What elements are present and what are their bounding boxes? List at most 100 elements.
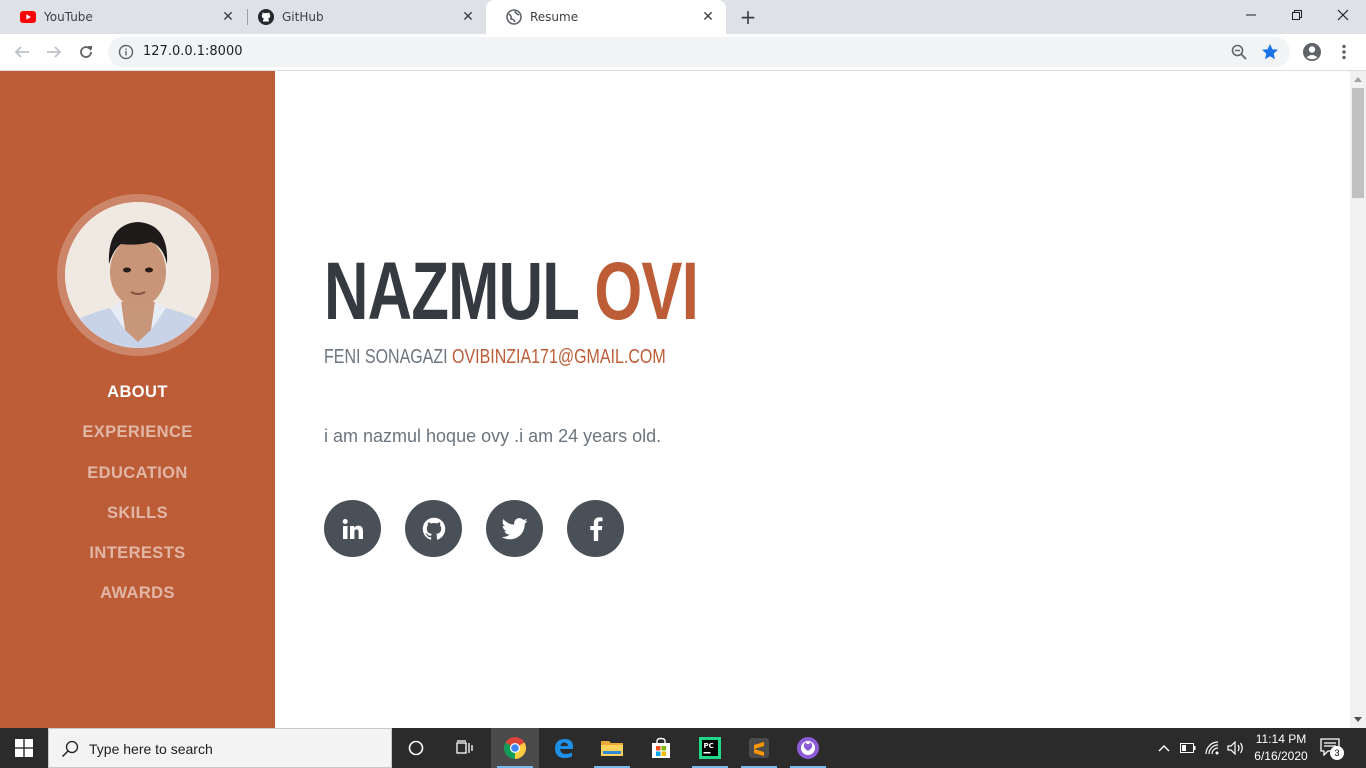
start-button[interactable] (0, 728, 48, 768)
scroll-up-arrow-icon[interactable] (1350, 71, 1366, 88)
nav-awards[interactable]: AWARDS (0, 580, 275, 620)
site-info-icon[interactable] (118, 44, 134, 60)
github-icon (258, 9, 274, 25)
reload-icon (80, 46, 92, 58)
taskbar-search-box[interactable]: Type here to search (48, 728, 392, 768)
chrome-taskbar-button[interactable] (491, 728, 539, 768)
show-hidden-icons-chevron-icon[interactable] (1154, 738, 1174, 758)
tab-resume[interactable]: Resume ✕ (486, 0, 726, 34)
close-tab-icon[interactable]: ✕ (460, 9, 476, 25)
tab-title: GitHub (282, 10, 324, 24)
svg-text:PC: PC (704, 742, 714, 750)
bio-text: i am nazmul hoque ovy .i am 24 years old… (324, 426, 662, 446)
social-icons (324, 500, 648, 557)
last-name: OVI (594, 246, 699, 337)
nav-interests[interactable]: INTERESTS (0, 540, 275, 580)
account-icon (1303, 43, 1321, 61)
file-explorer-taskbar-button[interactable] (588, 728, 636, 768)
nav-about[interactable]: ABOUT (0, 379, 275, 419)
pycharm-icon: PC (699, 737, 721, 759)
github-icon (422, 517, 445, 540)
store-icon (652, 737, 670, 758)
contact-subheading: FENI SONAGAZI OVIBINZIA171@GMAIL.COM (324, 346, 666, 369)
nav-experience[interactable]: EXPERIENCE (0, 419, 275, 459)
zoom-icon[interactable] (1230, 43, 1248, 61)
edge-taskbar-button[interactable] (540, 728, 588, 768)
store-taskbar-button[interactable] (637, 728, 685, 768)
location-text: FENI SONAGAZI (324, 346, 448, 368)
nav-skills[interactable]: SKILLS (0, 500, 275, 540)
tab-title: YouTube (44, 10, 93, 24)
battery-icon[interactable] (1178, 738, 1198, 758)
close-tab-icon[interactable]: ✕ (700, 9, 716, 25)
new-tab-button[interactable]: + (736, 5, 760, 29)
scroll-thumb[interactable] (1352, 88, 1364, 198)
avatar (65, 202, 211, 348)
github-desktop-taskbar-button[interactable] (784, 728, 832, 768)
minimize-button[interactable] (1228, 0, 1274, 30)
sublime-taskbar-button[interactable] (735, 728, 783, 768)
back-button[interactable] (10, 40, 34, 64)
search-icon (61, 740, 79, 758)
facebook-icon (589, 516, 603, 541)
close-tab-icon[interactable]: ✕ (220, 9, 236, 25)
forward-button[interactable] (42, 40, 66, 64)
system-clock[interactable]: 11:14 PM 6/16/2020 (1246, 731, 1316, 765)
email-link[interactable]: OVIBINZIA171@GMAIL.COM (452, 346, 666, 368)
wifi-icon[interactable] (1203, 738, 1223, 758)
nav-education[interactable]: EDUCATION (0, 460, 275, 500)
cortana-icon (408, 740, 424, 756)
address-bar[interactable]: 127.0.0.1:8000 (108, 37, 1290, 67)
forward-arrow-icon (47, 46, 62, 58)
page-scrollbar[interactable] (1350, 71, 1366, 728)
tab-youtube[interactable]: YouTube ✕ (0, 0, 246, 34)
scroll-down-arrow-icon[interactable] (1350, 711, 1366, 728)
task-view-button[interactable] (440, 728, 488, 768)
first-name: NAZMUL (324, 246, 579, 337)
linkedin-button[interactable] (324, 500, 381, 557)
about-section: NAZMUL OVI FENI SONAGAZI OVIBINZIA171@GM… (324, 71, 1324, 728)
profile-button[interactable] (1300, 40, 1324, 64)
bookmark-star-icon[interactable] (1260, 42, 1280, 62)
profile-photo (65, 202, 211, 348)
sidebar-nav: ABOUT EXPERIENCE EDUCATION SKILLS INTERE… (0, 379, 275, 621)
browser-toolbar: 127.0.0.1:8000 (0, 34, 1366, 71)
github-button[interactable] (405, 500, 462, 557)
clock-time: 11:14 PM (1255, 732, 1307, 746)
action-center-button[interactable]: 3 (1320, 738, 1348, 760)
windows-logo-icon (15, 739, 33, 757)
cortana-button[interactable] (392, 728, 440, 768)
pycharm-taskbar-button[interactable]: PC (686, 728, 734, 768)
restore-button[interactable] (1274, 0, 1320, 30)
resume-page: ABOUT EXPERIENCE EDUCATION SKILLS INTERE… (0, 71, 1350, 728)
avatar-frame (57, 194, 219, 356)
back-arrow-icon (14, 46, 29, 58)
github-desktop-icon (797, 737, 819, 759)
clock-date: 6/16/2020 (1254, 749, 1308, 763)
edge-icon (555, 739, 574, 758)
youtube-icon (20, 9, 36, 25)
tab-title: Resume (530, 10, 579, 24)
chrome-icon (504, 737, 526, 759)
task-view-icon (456, 740, 473, 754)
search-placeholder: Type here to search (89, 741, 213, 757)
close-window-button[interactable] (1320, 0, 1366, 30)
tab-strip: YouTube ✕ GitHub ✕ Resume ✕ + (0, 0, 1366, 34)
windows-taskbar: Type here to search PC 11:14 PM 6/16/202… (0, 728, 1366, 768)
twitter-button[interactable] (486, 500, 543, 557)
file-explorer-icon (601, 741, 623, 756)
linkedin-icon (342, 518, 363, 539)
url-text[interactable]: 127.0.0.1:8000 (143, 44, 243, 59)
twitter-icon (501, 517, 527, 539)
notification-count-badge: 3 (1330, 746, 1344, 760)
reload-button[interactable] (74, 40, 98, 64)
tab-github[interactable]: GitHub ✕ (238, 0, 486, 34)
facebook-button[interactable] (567, 500, 624, 557)
menu-button[interactable] (1332, 40, 1356, 64)
more-vertical-icon (1342, 44, 1346, 60)
name-heading: NAZMUL OVI (324, 246, 699, 337)
sidebar: ABOUT EXPERIENCE EDUCATION SKILLS INTERE… (0, 71, 275, 728)
globe-icon (506, 9, 522, 25)
volume-icon[interactable] (1226, 738, 1246, 758)
sublime-icon (749, 738, 769, 758)
